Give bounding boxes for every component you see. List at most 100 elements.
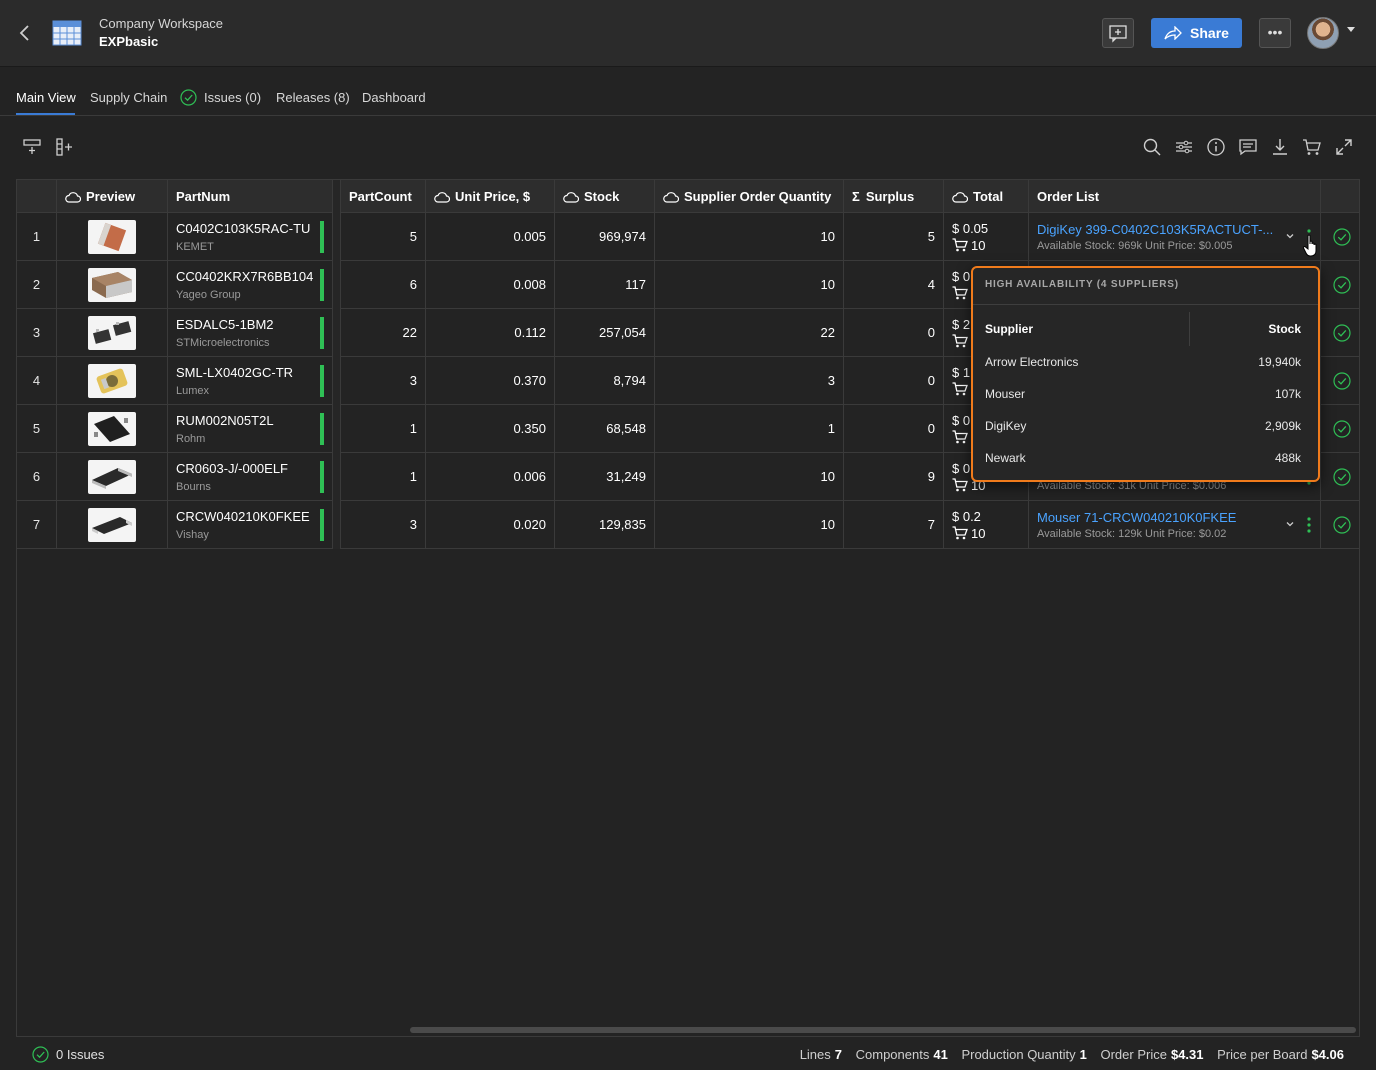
- add-comment-button[interactable]: [1102, 18, 1134, 48]
- cart-icon[interactable]: [1302, 137, 1322, 157]
- soq-cell[interactable]: 10: [655, 501, 844, 549]
- supplier-name[interactable]: Newark: [985, 451, 1026, 465]
- soq-cell[interactable]: 10: [655, 213, 844, 261]
- header-supplier-order-qty[interactable]: Supplier Order Quantity: [655, 180, 844, 213]
- order-list-cell[interactable]: Mouser 71-CRCW040210K0FKEE Available Stoc…: [1029, 501, 1321, 549]
- part-preview-image[interactable]: [88, 460, 136, 494]
- tab-dashboard[interactable]: Dashboard: [362, 90, 426, 105]
- kebab-menu-icon[interactable]: [1307, 517, 1311, 533]
- partcount-cell[interactable]: 5: [341, 213, 426, 261]
- issues-summary[interactable]: 0 Issues: [32, 1046, 104, 1063]
- preview-cell[interactable]: [57, 261, 168, 309]
- tab-main-view[interactable]: Main View: [16, 90, 76, 105]
- header-total[interactable]: Total: [944, 180, 1029, 213]
- partnum-cell[interactable]: CC0402KRX7R6BB104 Yageo Group: [168, 261, 333, 309]
- chevron-down-icon[interactable]: [1285, 231, 1295, 241]
- more-options-button[interactable]: •••: [1259, 18, 1291, 48]
- part-preview-image[interactable]: [88, 508, 136, 542]
- soq-cell[interactable]: 10: [655, 453, 844, 501]
- info-icon[interactable]: [1206, 137, 1226, 157]
- header-order-list[interactable]: Order List: [1029, 180, 1321, 213]
- table-row[interactable]: 7 CRCW040210K0FKEE Vishay 3 0.020 129,835 10 7 $…: [17, 501, 1359, 549]
- surplus-cell[interactable]: 7: [844, 501, 944, 549]
- supplier-name[interactable]: Arrow Electronics: [985, 355, 1078, 369]
- unit-price-cell[interactable]: 0.370: [426, 357, 555, 405]
- preview-cell[interactable]: [57, 309, 168, 357]
- insert-row-icon[interactable]: [22, 137, 42, 157]
- surplus-cell[interactable]: 5: [844, 213, 944, 261]
- partcount-cell[interactable]: 22: [341, 309, 426, 357]
- preview-cell[interactable]: [57, 357, 168, 405]
- partcount-cell[interactable]: 3: [341, 501, 426, 549]
- surplus-cell[interactable]: 4: [844, 261, 944, 309]
- partcount-cell[interactable]: 3: [341, 357, 426, 405]
- soq-cell[interactable]: 1: [655, 405, 844, 453]
- stock-cell[interactable]: 68,548: [555, 405, 655, 453]
- total-cell[interactable]: $ 0.2 10: [944, 501, 1029, 549]
- surplus-cell[interactable]: 9: [844, 453, 944, 501]
- stock-cell[interactable]: 969,974: [555, 213, 655, 261]
- surplus-cell[interactable]: 0: [844, 357, 944, 405]
- back-arrow-icon[interactable]: [14, 22, 36, 44]
- search-icon[interactable]: [1142, 137, 1162, 157]
- tab-supply-chain[interactable]: Supply Chain: [90, 90, 167, 105]
- preview-cell[interactable]: [57, 453, 168, 501]
- comments-icon[interactable]: [1238, 137, 1258, 157]
- soq-cell[interactable]: 22: [655, 309, 844, 357]
- unit-price-cell[interactable]: 0.020: [426, 501, 555, 549]
- expand-icon[interactable]: [1334, 137, 1354, 157]
- partcount-cell[interactable]: 1: [341, 405, 426, 453]
- header-stock[interactable]: Stock: [555, 180, 655, 213]
- part-preview-image[interactable]: [88, 316, 136, 350]
- supplier-name[interactable]: Mouser: [985, 387, 1025, 401]
- stock-cell[interactable]: 257,054: [555, 309, 655, 357]
- share-button[interactable]: Share: [1151, 18, 1242, 48]
- partnum-cell[interactable]: SML-LX0402GC-TR Lumex: [168, 357, 333, 405]
- partnum-cell[interactable]: ESDALC5-1BM2 STMicroelectronics: [168, 309, 333, 357]
- user-avatar[interactable]: [1307, 17, 1339, 49]
- part-preview-image[interactable]: [88, 412, 136, 446]
- stock-cell[interactable]: 129,835: [555, 501, 655, 549]
- order-list-cell[interactable]: DigiKey 399-C0402C103K5RACTUCT-... Availa…: [1029, 213, 1321, 261]
- stock-cell[interactable]: 8,794: [555, 357, 655, 405]
- partnum-cell[interactable]: CR0603-J/-000ELF Bourns: [168, 453, 333, 501]
- stock-cell[interactable]: 117: [555, 261, 655, 309]
- preview-cell[interactable]: [57, 213, 168, 261]
- supplier-name[interactable]: DigiKey: [985, 419, 1026, 433]
- unit-price-cell[interactable]: 0.005: [426, 213, 555, 261]
- frozen-divider[interactable]: [333, 180, 341, 213]
- part-preview-image[interactable]: [88, 364, 136, 398]
- part-preview-image[interactable]: [88, 268, 136, 302]
- preview-cell[interactable]: [57, 405, 168, 453]
- header-partcount[interactable]: PartCount: [341, 180, 426, 213]
- unit-price-cell[interactable]: 0.112: [426, 309, 555, 357]
- header-unit-price[interactable]: Unit Price, $: [426, 180, 555, 213]
- partnum-cell[interactable]: CRCW040210K0FKEE Vishay: [168, 501, 333, 549]
- chevron-down-icon[interactable]: [1347, 27, 1355, 32]
- download-icon[interactable]: [1270, 137, 1290, 157]
- surplus-cell[interactable]: 0: [844, 309, 944, 357]
- partnum-cell[interactable]: RUM002N05T2L Rohm: [168, 405, 333, 453]
- surplus-cell[interactable]: 0: [844, 405, 944, 453]
- part-preview-image[interactable]: [88, 220, 136, 254]
- unit-price-cell[interactable]: 0.006: [426, 453, 555, 501]
- unit-price-cell[interactable]: 0.008: [426, 261, 555, 309]
- header-surplus[interactable]: Σ Surplus: [844, 180, 944, 213]
- tab-releases[interactable]: Releases (8): [276, 90, 350, 105]
- total-cell[interactable]: $ 0.05 10: [944, 213, 1029, 261]
- partnum-cell[interactable]: C0402C103K5RAC-TU KEMET: [168, 213, 333, 261]
- horizontal-scrollbar[interactable]: [410, 1027, 1356, 1033]
- header-preview[interactable]: Preview: [57, 180, 168, 213]
- chevron-down-icon[interactable]: [1285, 519, 1295, 529]
- table-row[interactable]: 1 C0402C103K5RAC-TU KEMET 5 0.005 969,974 10 5 $…: [17, 213, 1359, 261]
- preview-cell[interactable]: [57, 501, 168, 549]
- unit-price-cell[interactable]: 0.350: [426, 405, 555, 453]
- order-link[interactable]: DigiKey 399-C0402C103K5RACTUCT-...: [1037, 222, 1273, 237]
- filter-sliders-icon[interactable]: [1174, 137, 1194, 157]
- soq-cell[interactable]: 3: [655, 357, 844, 405]
- partcount-cell[interactable]: 6: [341, 261, 426, 309]
- tab-issues[interactable]: Issues (0): [204, 90, 261, 105]
- header-partnum[interactable]: PartNum: [168, 180, 333, 213]
- stock-cell[interactable]: 31,249: [555, 453, 655, 501]
- partcount-cell[interactable]: 1: [341, 453, 426, 501]
